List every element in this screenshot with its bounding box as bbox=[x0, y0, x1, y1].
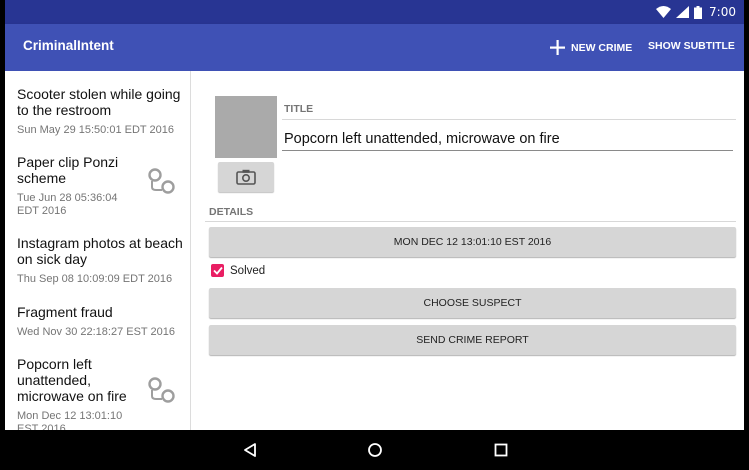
title-label: TITLE bbox=[284, 103, 314, 115]
check-icon bbox=[212, 266, 223, 275]
crime-list-item[interactable]: Instagram photos at beach on sick day Th… bbox=[17, 235, 187, 286]
send-crime-report-button[interactable]: SEND CRIME REPORT bbox=[209, 325, 736, 355]
crime-date: Thu Sep 08 10:09:09 EDT 2016 bbox=[17, 273, 173, 285]
crime-list-item[interactable]: Scooter stolen while going to the restro… bbox=[17, 86, 187, 137]
crime-title: Scooter stolen while going to the restro… bbox=[17, 86, 181, 118]
app-toolbar: CriminalIntent NEW CRIME SHOW SUBTITLE bbox=[5, 24, 744, 71]
crime-date-button[interactable]: MON DEC 12 13:01:10 EST 2016 bbox=[209, 227, 736, 257]
crime-title: Paper clip Ponzi scheme bbox=[17, 154, 119, 186]
app-title: CriminalIntent bbox=[23, 38, 114, 53]
crime-photo[interactable] bbox=[215, 96, 277, 158]
crime-date: Wed Nov 30 22:18:27 EST 2016 bbox=[17, 326, 175, 338]
title-divider bbox=[282, 119, 736, 120]
camera-icon bbox=[236, 169, 256, 185]
nav-recents-button[interactable] bbox=[491, 440, 511, 460]
crime-title: Fragment fraud bbox=[17, 304, 113, 320]
crime-title-input[interactable] bbox=[282, 127, 733, 151]
back-icon bbox=[244, 443, 256, 457]
home-icon bbox=[368, 443, 382, 457]
crime-list-item[interactable]: Popcorn left unattended, microwave on fi… bbox=[17, 356, 142, 430]
app-screen: 7:00 CriminalIntent NEW CRIME SHOW SUBTI… bbox=[5, 0, 744, 470]
show-subtitle-button[interactable]: SHOW SUBTITLE bbox=[648, 40, 735, 52]
handcuffs-icon bbox=[148, 377, 175, 403]
battery-icon bbox=[694, 5, 703, 19]
crime-list-item[interactable]: Paper clip Ponzi scheme Tue Jun 28 05:36… bbox=[17, 154, 142, 218]
new-crime-label: NEW CRIME bbox=[571, 41, 633, 54]
details-label: DETAILS bbox=[209, 206, 254, 218]
signal-icon bbox=[676, 6, 690, 18]
solved-checkbox-row[interactable]: Solved bbox=[211, 264, 265, 277]
nav-back-button[interactable] bbox=[240, 440, 260, 460]
plus-icon bbox=[550, 40, 565, 55]
solved-checkbox[interactable] bbox=[211, 264, 224, 277]
crime-list-item[interactable]: Fragment fraud Wed Nov 30 22:18:27 EST 2… bbox=[17, 304, 187, 339]
handcuffs-icon bbox=[148, 168, 175, 194]
new-crime-button[interactable]: NEW CRIME bbox=[550, 40, 632, 55]
crime-date: Tue Jun 28 05:36:04 EDT 2016 bbox=[17, 192, 118, 217]
details-divider bbox=[205, 221, 736, 222]
navigation-bar bbox=[5, 430, 744, 470]
recents-icon bbox=[494, 443, 508, 457]
crime-list[interactable]: Scooter stolen while going to the restro… bbox=[5, 71, 191, 430]
crime-detail: TITLE DETAILS MON DEC 12 13:01:10 EST 20… bbox=[191, 71, 744, 430]
status-time: 7:00 bbox=[709, 5, 736, 19]
solved-label: Solved bbox=[230, 264, 266, 277]
crime-title: Popcorn left unattended, microwave on fi… bbox=[17, 356, 127, 404]
status-bar: 7:00 bbox=[5, 0, 744, 24]
crime-date: Mon Dec 12 13:01:10 EST 2016 bbox=[17, 410, 123, 430]
wifi-icon bbox=[656, 6, 672, 18]
camera-button[interactable] bbox=[218, 162, 274, 192]
crime-date: Sun May 29 15:50:01 EDT 2016 bbox=[17, 124, 174, 136]
crime-title: Instagram photos at beach on sick day bbox=[17, 235, 183, 267]
choose-suspect-button[interactable]: CHOOSE SUSPECT bbox=[209, 288, 736, 318]
nav-home-button[interactable] bbox=[365, 440, 385, 460]
status-icons: 7:00 bbox=[656, 4, 736, 20]
